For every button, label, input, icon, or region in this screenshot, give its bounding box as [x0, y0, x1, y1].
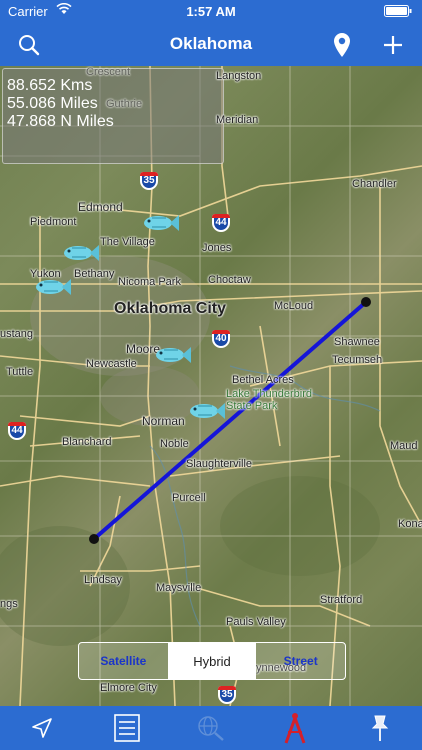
fish-icon[interactable] — [140, 212, 180, 234]
place-pauls-valley: Pauls Valley — [226, 616, 286, 628]
place-bethany: Bethany — [74, 268, 115, 280]
interstate-shield: 40 — [212, 330, 230, 348]
fish-icon[interactable] — [32, 276, 72, 298]
location-pin-icon — [334, 33, 350, 57]
fish-icon[interactable] — [186, 400, 226, 422]
place-choctaw: Choctaw — [208, 274, 251, 286]
place-mustang: ustang — [0, 328, 34, 340]
segment-street[interactable]: Street — [256, 643, 345, 679]
place-maud: Maud — [390, 440, 418, 452]
segment-satellite[interactable]: Satellite — [79, 643, 168, 679]
place-kona: Kona — [398, 518, 422, 530]
place-purcell: Purcell — [172, 492, 206, 504]
plus-icon — [384, 36, 402, 54]
place-noble: Noble — [160, 438, 189, 450]
list-button[interactable] — [84, 706, 168, 750]
place-piedmont: Piedmont — [30, 216, 77, 228]
place-tecumseh: Tecumseh — [332, 354, 383, 366]
place-mcloud: McLoud — [274, 300, 314, 312]
place-stratford: Stratford — [320, 594, 363, 606]
measure-button[interactable] — [253, 706, 337, 750]
status-bar: Carrier 1:57 AM — [0, 0, 422, 22]
place-crescent: Crescent — [86, 66, 131, 78]
place-shawnee: Shawnee — [334, 336, 380, 348]
place-guthrie: Guthrie — [106, 98, 143, 110]
place-maysville: Maysville — [156, 582, 202, 594]
place-lindsay: Lindsay — [84, 574, 122, 586]
globe-search-icon — [198, 716, 224, 741]
page-title: Oklahoma — [169, 34, 253, 53]
place-chandler: Chandler — [352, 178, 397, 190]
pushpin-icon — [371, 715, 389, 741]
location-arrow-icon — [32, 718, 53, 738]
place-tuttle: Tuttle — [6, 366, 34, 378]
location-pin-button[interactable] — [327, 30, 357, 60]
pushpin-button[interactable] — [338, 706, 422, 750]
place-blanchard: Blanchard — [62, 436, 112, 448]
place-lake-thunderbird: Lake Thunderbird — [226, 388, 313, 400]
place-elmore-city: Elmore City — [100, 682, 157, 694]
interstate-shield: 35 — [140, 172, 158, 190]
fish-icon[interactable] — [152, 344, 192, 366]
interstate-shield: 44 — [212, 214, 230, 232]
interstate-shield: 44 — [8, 422, 26, 440]
navigation-bar: Oklahoma — [0, 24, 422, 64]
top-bar: Carrier 1:57 AM Oklahoma — [0, 0, 422, 66]
clock: 1:57 AM — [186, 4, 236, 19]
drafting-compass-icon — [285, 713, 306, 744]
fish-icon[interactable] — [60, 242, 100, 264]
place-nicoma-park: Nicoma Park — [118, 276, 181, 288]
place-edmond: Edmond — [78, 200, 123, 214]
place-norman: Norman — [142, 414, 185, 428]
segment-hybrid[interactable]: Hybrid — [167, 643, 257, 679]
globe-search-button[interactable] — [169, 706, 253, 750]
battery-icon — [384, 5, 412, 17]
distance-nautical-miles: 47.868 N Miles — [7, 113, 114, 130]
route-endpoint-start[interactable] — [361, 297, 371, 307]
place-oklahoma-city: Oklahoma City — [114, 300, 227, 317]
place-meridian: Meridian — [216, 114, 259, 126]
map-type-selector: Satellite Hybrid Street — [78, 642, 346, 680]
locate-button[interactable] — [0, 706, 84, 750]
route-endpoint-end[interactable] — [89, 534, 99, 544]
place-state-park: State Park — [226, 400, 278, 412]
place-langston: Langston — [216, 70, 262, 82]
map-view[interactable]: 88.652 Kms 55.086 Miles 47.868 N Miles C… — [0, 66, 422, 706]
interstate-shield: 35 — [218, 686, 236, 704]
place-newcastle: Newcastle — [86, 358, 137, 370]
list-icon — [113, 714, 140, 742]
place-bethel-acres: Bethel Acres — [232, 374, 294, 386]
bottom-toolbar — [0, 706, 422, 750]
place-jones: Jones — [202, 242, 232, 254]
place-ngs: ngs — [0, 598, 18, 610]
distance-kms: 88.652 Kms — [7, 77, 93, 94]
distance-panel: 88.652 Kms 55.086 Miles 47.868 N Miles — [2, 68, 224, 164]
add-button[interactable] — [378, 30, 408, 60]
place-slaughterville: Slaughterville — [186, 458, 253, 470]
place-the-village: The Village — [100, 236, 155, 248]
